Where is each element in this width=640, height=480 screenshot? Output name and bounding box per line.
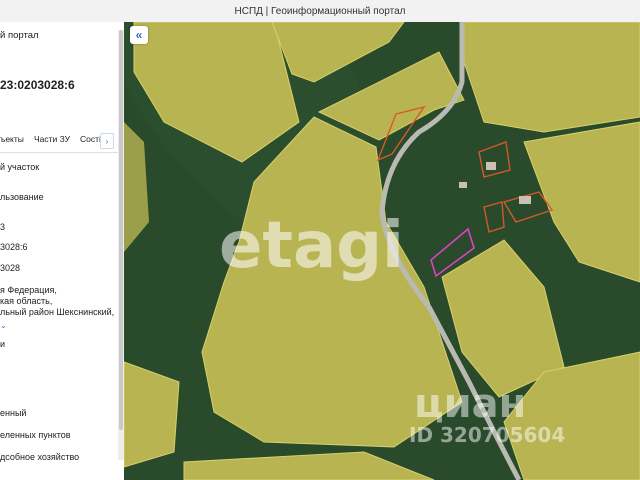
double-chevron-left-icon: « <box>135 28 143 42</box>
field-type: й участок <box>0 162 40 172</box>
address-line-2: кая область, <box>0 296 53 306</box>
house-roof-1 <box>486 162 496 170</box>
tab-next-button[interactable]: › <box>100 133 114 149</box>
address-line-1: я Федерация, <box>0 285 57 295</box>
window-titlebar: НСПД | Геоинформационный портал <box>0 0 640 23</box>
field-value-4: и <box>0 339 6 349</box>
map-view[interactable]: etagi циан ID 320705604 <box>124 22 640 480</box>
watermark-cian: циан <box>414 381 526 427</box>
satellite-map: etagi циан ID 320705604 <box>124 22 640 480</box>
expand-address-icon[interactable]: ⌄ <box>0 321 7 330</box>
cadastral-number: 23:0203028:6 <box>0 78 75 92</box>
house-roof-2 <box>519 196 531 204</box>
scrollbar-thumb[interactable] <box>119 30 123 430</box>
field-value-1: 3 <box>0 222 6 232</box>
tab-bar: ъекты Части ЗУ Сості › <box>0 130 118 153</box>
field-use: льзование <box>0 192 44 202</box>
tab-composition[interactable]: Сості <box>80 134 101 144</box>
tab-objects[interactable]: ъекты <box>0 134 24 144</box>
house-roof-3 <box>459 182 467 188</box>
field-permitted-use: дсобное хозяйство <box>0 452 80 462</box>
field-category: еленных пунктов <box>0 430 71 440</box>
window-title: НСПД | Геоинформационный портал <box>234 5 406 17</box>
watermark-cian-id: ID 320705604 <box>409 423 565 447</box>
field-value-3: 3028 <box>0 263 21 273</box>
tab-parts[interactable]: Части ЗУ <box>34 134 70 144</box>
field-parcel-4[interactable] <box>463 22 640 133</box>
watermark-etagi: etagi <box>219 209 404 283</box>
chevron-right-icon: › <box>105 136 109 146</box>
address-line-3: льный район Шекснинский, <box>0 307 115 317</box>
collapse-panel-button[interactable]: « <box>130 26 148 44</box>
field-value-5: енный <box>0 408 27 418</box>
field-value-2: 3028:6 <box>0 242 28 252</box>
portal-label: й портал <box>0 30 39 41</box>
info-panel: й портал 23:0203028:6 ъекты Части ЗУ Сос… <box>0 22 124 480</box>
